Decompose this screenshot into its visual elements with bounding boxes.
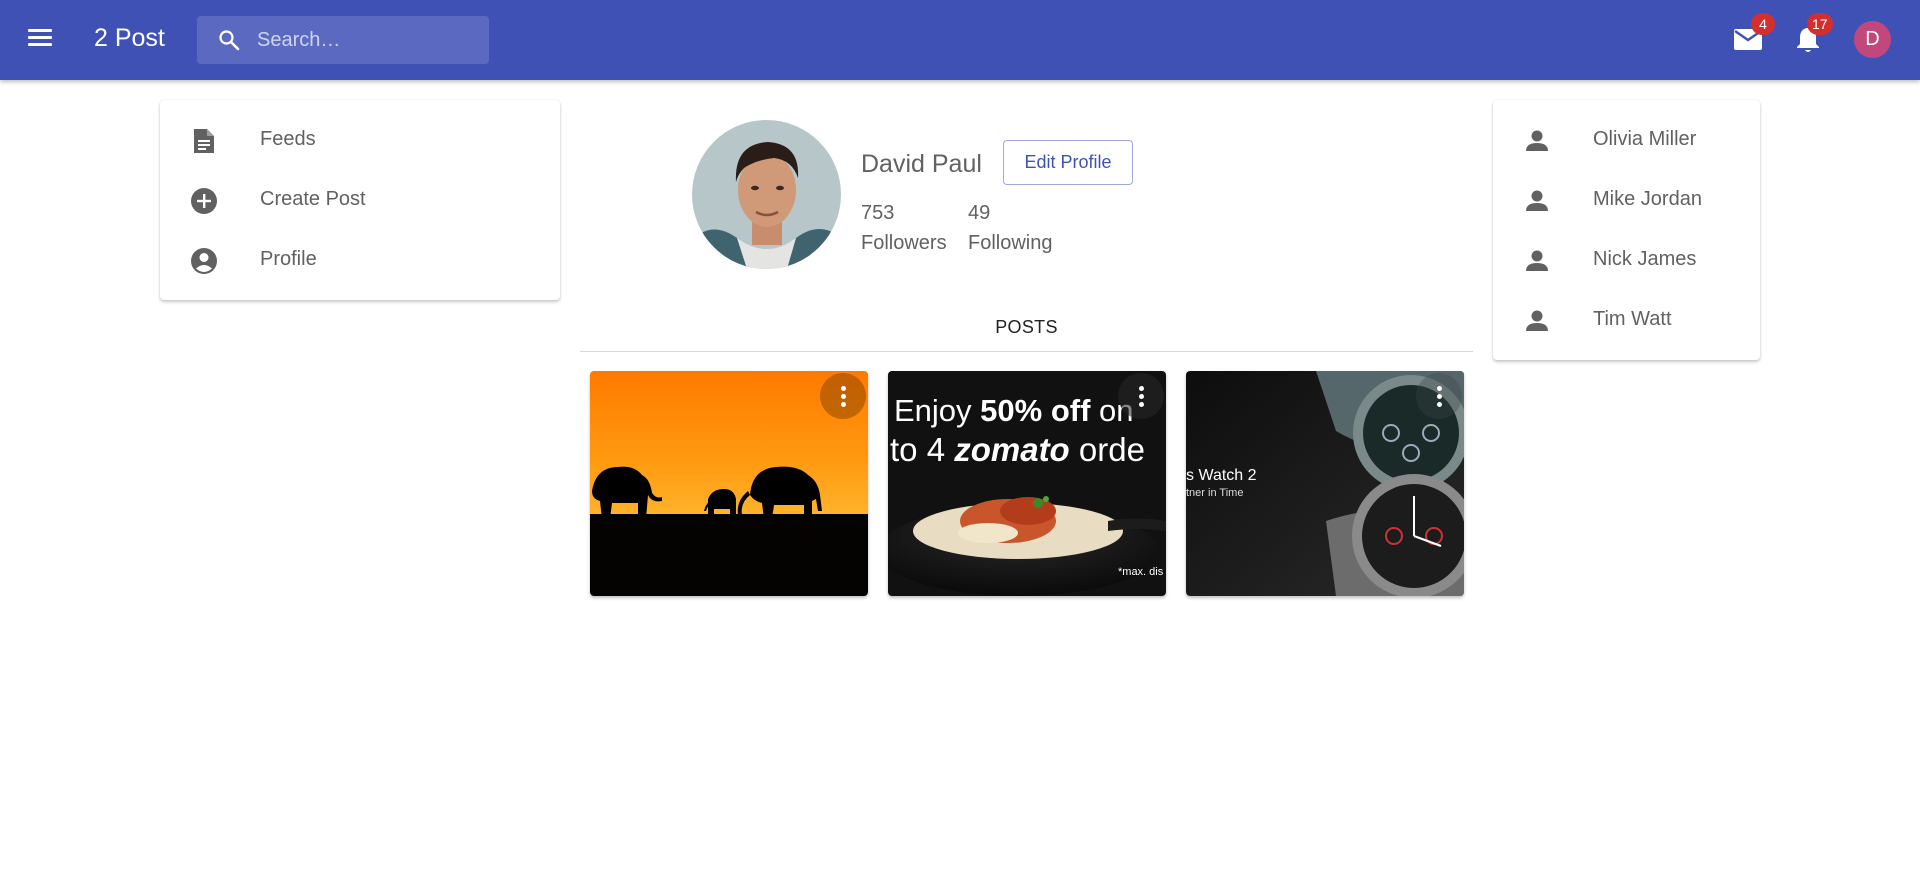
more-vert-icon bbox=[1437, 386, 1442, 391]
app-title: 2 Post bbox=[94, 24, 165, 52]
post-more-button[interactable] bbox=[1118, 373, 1164, 419]
user-name: Nick James bbox=[1593, 248, 1697, 270]
following-stat[interactable]: 49 Following bbox=[968, 198, 1052, 258]
mail-button[interactable]: 4 bbox=[1733, 13, 1775, 54]
menu-icon-bar bbox=[28, 29, 52, 32]
search-input[interactable] bbox=[257, 16, 477, 64]
sidebar-item-create-post[interactable]: Create Post bbox=[160, 170, 560, 230]
person-icon bbox=[1526, 130, 1548, 151]
more-vert-icon bbox=[1437, 394, 1442, 399]
mail-badge: 4 bbox=[1751, 13, 1775, 35]
list-item[interactable]: Mike Jordan bbox=[1493, 170, 1760, 230]
sidebar-item-label: Feeds bbox=[260, 128, 316, 150]
more-vert-icon bbox=[841, 402, 846, 407]
search-icon bbox=[219, 30, 240, 51]
posts-tab-header: POSTS bbox=[580, 310, 1473, 352]
profile-photo bbox=[692, 120, 841, 269]
more-vert-icon bbox=[841, 394, 846, 399]
more-vert-icon bbox=[1139, 394, 1144, 399]
person-icon bbox=[1526, 250, 1548, 271]
post-more-button[interactable] bbox=[820, 373, 866, 419]
followers-label: Followers bbox=[861, 232, 947, 254]
person-icon bbox=[1526, 310, 1548, 331]
more-vert-icon bbox=[1139, 402, 1144, 407]
ad-text: to 4 bbox=[890, 431, 955, 468]
following-count: 49 bbox=[968, 202, 991, 224]
app-bar: 2 Post 4 17 D bbox=[0, 0, 1920, 80]
notifications-button[interactable]: 17 bbox=[1795, 13, 1833, 54]
following-list: Olivia Miller Mike Jordan Nick James Tim… bbox=[1493, 100, 1760, 360]
following-label: Following bbox=[968, 232, 1053, 254]
sidebar-item-label: Profile bbox=[260, 248, 317, 270]
more-vert-icon bbox=[1437, 402, 1442, 407]
more-vert-icon bbox=[1139, 386, 1144, 391]
ad-text: orde bbox=[1069, 431, 1145, 468]
post-card[interactable]: s Watch 2 tner in Time bbox=[1186, 371, 1464, 596]
post-card[interactable] bbox=[590, 371, 868, 596]
sidebar-item-feeds[interactable]: Feeds bbox=[160, 110, 560, 170]
list-item[interactable]: Nick James bbox=[1493, 230, 1760, 290]
person-icon bbox=[1526, 190, 1548, 211]
sidebar-nav: Feeds Create Post Profile bbox=[160, 100, 560, 300]
menu-button[interactable] bbox=[28, 26, 54, 54]
brand-text: zomato bbox=[954, 431, 1070, 468]
list-item[interactable]: Tim Watt bbox=[1493, 290, 1760, 350]
more-vert-icon bbox=[841, 386, 846, 391]
followers-count: 753 bbox=[861, 202, 895, 224]
search-box[interactable] bbox=[197, 16, 489, 64]
user-avatar[interactable]: D bbox=[1854, 21, 1891, 58]
ad-text: Enjoy bbox=[894, 393, 981, 428]
ad-footnote: *max. dis bbox=[1118, 566, 1164, 578]
edit-profile-button[interactable]: Edit Profile bbox=[1003, 140, 1133, 185]
sidebar-item-profile[interactable]: Profile bbox=[160, 230, 560, 290]
menu-icon-bar bbox=[28, 43, 52, 46]
ad-line-1: Enjoy 50% off on bbox=[894, 393, 1134, 429]
menu-icon-bar bbox=[28, 36, 52, 39]
notification-badge: 17 bbox=[1807, 13, 1833, 35]
post-card[interactable]: Enjoy 50% off on to 4 zomato orde *max. … bbox=[888, 371, 1166, 596]
ad-subtitle: tner in Time bbox=[1186, 487, 1244, 499]
article-icon bbox=[194, 129, 214, 153]
user-name: Tim Watt bbox=[1593, 308, 1672, 330]
ad-line-2: to 4 zomato orde bbox=[890, 431, 1145, 469]
ad-title: s Watch 2 bbox=[1186, 467, 1257, 484]
profile-name: David Paul bbox=[861, 150, 982, 178]
account-circle-icon bbox=[191, 248, 217, 274]
followers-stat[interactable]: 753 Followers bbox=[861, 198, 947, 258]
list-item[interactable]: Olivia Miller bbox=[1493, 110, 1760, 170]
user-name: Mike Jordan bbox=[1593, 188, 1702, 210]
post-more-button[interactable] bbox=[1416, 373, 1462, 419]
ad-bold-text: 50% off bbox=[980, 393, 1091, 428]
user-name: Olivia Miller bbox=[1593, 128, 1697, 150]
add-circle-icon bbox=[191, 188, 217, 214]
sidebar-item-label: Create Post bbox=[260, 188, 366, 210]
